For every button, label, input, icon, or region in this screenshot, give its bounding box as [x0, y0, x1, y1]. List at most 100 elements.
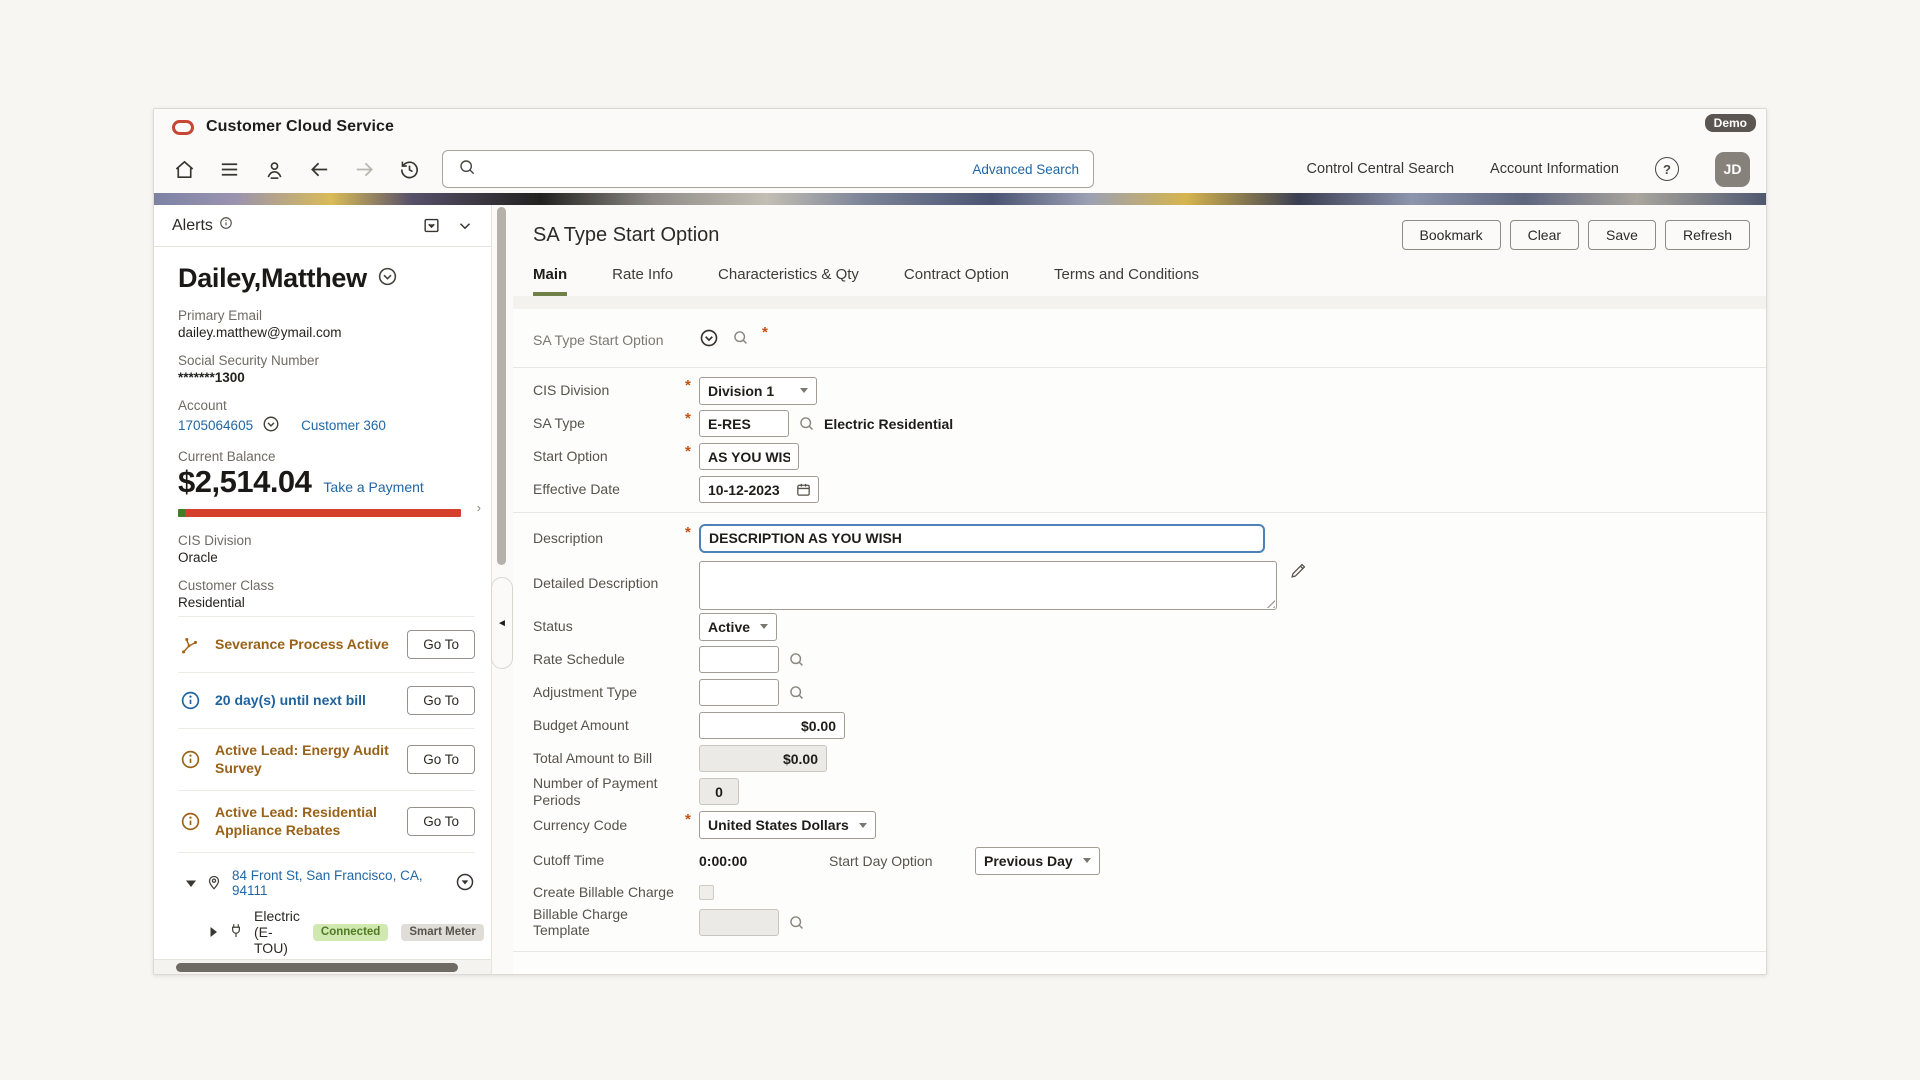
record-menu-icon[interactable] — [699, 328, 719, 353]
account-menu-icon[interactable] — [262, 415, 280, 436]
detailed-description-label: Detailed Description — [533, 561, 685, 592]
search-input[interactable] — [487, 161, 962, 177]
collapse-panel-icon[interactable] — [453, 214, 477, 238]
forward-icon[interactable] — [352, 157, 376, 181]
app-title: Customer Cloud Service — [206, 118, 394, 136]
service-row: Electric (E-TOU) Connected Smart Meter — [178, 903, 475, 961]
oracle-logo-icon — [172, 120, 194, 135]
tab-main[interactable]: Main — [533, 266, 567, 296]
description-row: Description * — [531, 519, 1748, 557]
tab-characteristics-qty[interactable]: Characteristics & Qty — [718, 266, 859, 296]
account-number-link[interactable]: 1705064605 — [178, 418, 253, 433]
sa-type-start-option-header-label: SA Type Start Option — [533, 332, 685, 349]
alert-text: Severance Process Active — [215, 636, 394, 654]
alerts-sidebar: Alerts Dailey,Matthew — [154, 205, 492, 974]
clear-button[interactable]: Clear — [1510, 220, 1579, 250]
sidebar-collapse-handle[interactable]: ◄ — [491, 577, 513, 669]
primary-email-label: Primary Email — [178, 308, 475, 323]
premise-address-link[interactable]: 84 Front St, San Francisco, CA, 94111 — [232, 868, 446, 898]
carousel-next-icon[interactable]: › — [477, 501, 481, 514]
menu-icon[interactable] — [217, 157, 241, 181]
vertical-scrollbar-thumb[interactable] — [497, 207, 506, 565]
alert-row: Severance Process Active Go To — [178, 616, 475, 672]
search-icon[interactable] — [787, 913, 806, 932]
chevron-down-icon — [1083, 858, 1091, 863]
collapse-triangle-icon[interactable] — [186, 878, 196, 888]
detailed-description-textarea[interactable] — [699, 561, 1277, 610]
premise-row: 84 Front St, San Francisco, CA, 94111 — [178, 863, 475, 903]
advanced-search-link[interactable]: Advanced Search — [972, 162, 1079, 177]
tab-terms-conditions[interactable]: Terms and Conditions — [1054, 266, 1199, 296]
start-option-input[interactable] — [699, 443, 799, 470]
go-to-button[interactable]: Go To — [407, 630, 475, 659]
sa-type-row: SA Type * Electric Residential — [531, 407, 1748, 440]
go-to-button[interactable]: Go To — [407, 745, 475, 774]
primary-email-value: dailey.matthew@ymail.com — [178, 325, 475, 340]
search-icon[interactable] — [787, 683, 806, 702]
search-icon[interactable] — [797, 414, 816, 433]
search-icon[interactable] — [731, 328, 750, 352]
rate-schedule-input[interactable] — [699, 646, 779, 673]
main-panel: SA Type Start Option Bookmark Clear Save… — [513, 205, 1766, 974]
premise-menu-icon[interactable] — [455, 872, 475, 895]
budget-amount-input[interactable] — [699, 712, 845, 739]
toolbar: Advanced Search Control Central Search A… — [154, 145, 1766, 193]
go-to-button[interactable]: Go To — [407, 686, 475, 715]
demo-badge: Demo — [1705, 114, 1756, 132]
customer-360-link[interactable]: Customer 360 — [301, 418, 386, 433]
currency-code-select[interactable]: United States Dollars — [699, 811, 876, 839]
sa-type-input[interactable] — [699, 410, 789, 437]
cis-division-label: CIS Division — [533, 382, 685, 399]
horizontal-scrollbar — [154, 959, 491, 974]
create-billable-charge-checkbox[interactable] — [699, 885, 714, 900]
app-window: Customer Cloud Service Demo Advanced Sea… — [153, 108, 1767, 975]
tab-rate-info[interactable]: Rate Info — [612, 266, 673, 296]
info-icon — [219, 216, 233, 235]
refresh-button[interactable]: Refresh — [1665, 220, 1750, 250]
adjustment-type-input[interactable] — [699, 679, 779, 706]
info-icon — [178, 811, 202, 832]
billable-template-label: Billable Charge Template — [533, 906, 685, 940]
search-icon[interactable] — [787, 650, 806, 669]
alerts-header: Alerts — [154, 205, 491, 247]
banner-image — [154, 193, 1766, 205]
tab-contract-option[interactable]: Contract Option — [904, 266, 1009, 296]
cis-division-select[interactable]: Division 1 — [699, 377, 817, 405]
save-button[interactable]: Save — [1588, 220, 1656, 250]
currency-code-label: Currency Code — [533, 817, 685, 834]
primary-email-field: Primary Email dailey.matthew@ymail.com — [178, 308, 475, 340]
customer-class-label: Customer Class — [178, 578, 475, 593]
info-icon — [178, 749, 202, 770]
description-input[interactable] — [699, 524, 1265, 553]
go-to-button[interactable]: Go To — [407, 807, 475, 836]
currency-code-row: Currency Code * United States Dollars — [531, 809, 1748, 842]
payment-periods-row: Number of Payment Periods — [531, 775, 1748, 809]
take-payment-link[interactable]: Take a Payment — [323, 479, 423, 495]
help-icon[interactable]: ? — [1655, 157, 1679, 181]
ssn-label: Social Security Number — [178, 353, 475, 368]
total-amount-label: Total Amount to Bill — [533, 750, 685, 767]
control-central-search-link[interactable]: Control Central Search — [1307, 161, 1455, 177]
customer-menu-icon[interactable] — [377, 266, 398, 292]
alerts-title: Alerts — [172, 217, 213, 235]
alert-text: 20 day(s) until next bill — [215, 692, 394, 710]
effective-date-input[interactable] — [699, 476, 819, 503]
global-search: Advanced Search — [442, 150, 1094, 188]
customer-class-value: Residential — [178, 595, 475, 610]
pencil-icon[interactable] — [1289, 561, 1308, 585]
home-icon[interactable] — [172, 157, 196, 181]
user-avatar[interactable]: JD — [1715, 152, 1750, 187]
history-icon[interactable] — [397, 157, 421, 181]
contact-icon[interactable] — [262, 157, 286, 181]
account-information-link[interactable]: Account Information — [1490, 161, 1619, 177]
bookmark-button[interactable]: Bookmark — [1402, 220, 1501, 250]
start-option-label: Start Option — [533, 448, 685, 465]
status-select[interactable]: Active — [699, 613, 777, 641]
cis-division-value: Oracle — [178, 550, 475, 565]
horizontal-scrollbar-thumb[interactable] — [176, 963, 458, 972]
back-icon[interactable] — [307, 157, 331, 181]
start-day-option-select[interactable]: Previous Day — [975, 847, 1100, 875]
expand-triangle-icon[interactable] — [208, 927, 218, 937]
alert-filter-icon[interactable] — [419, 214, 443, 238]
start-option-row: Start Option * — [531, 440, 1748, 473]
